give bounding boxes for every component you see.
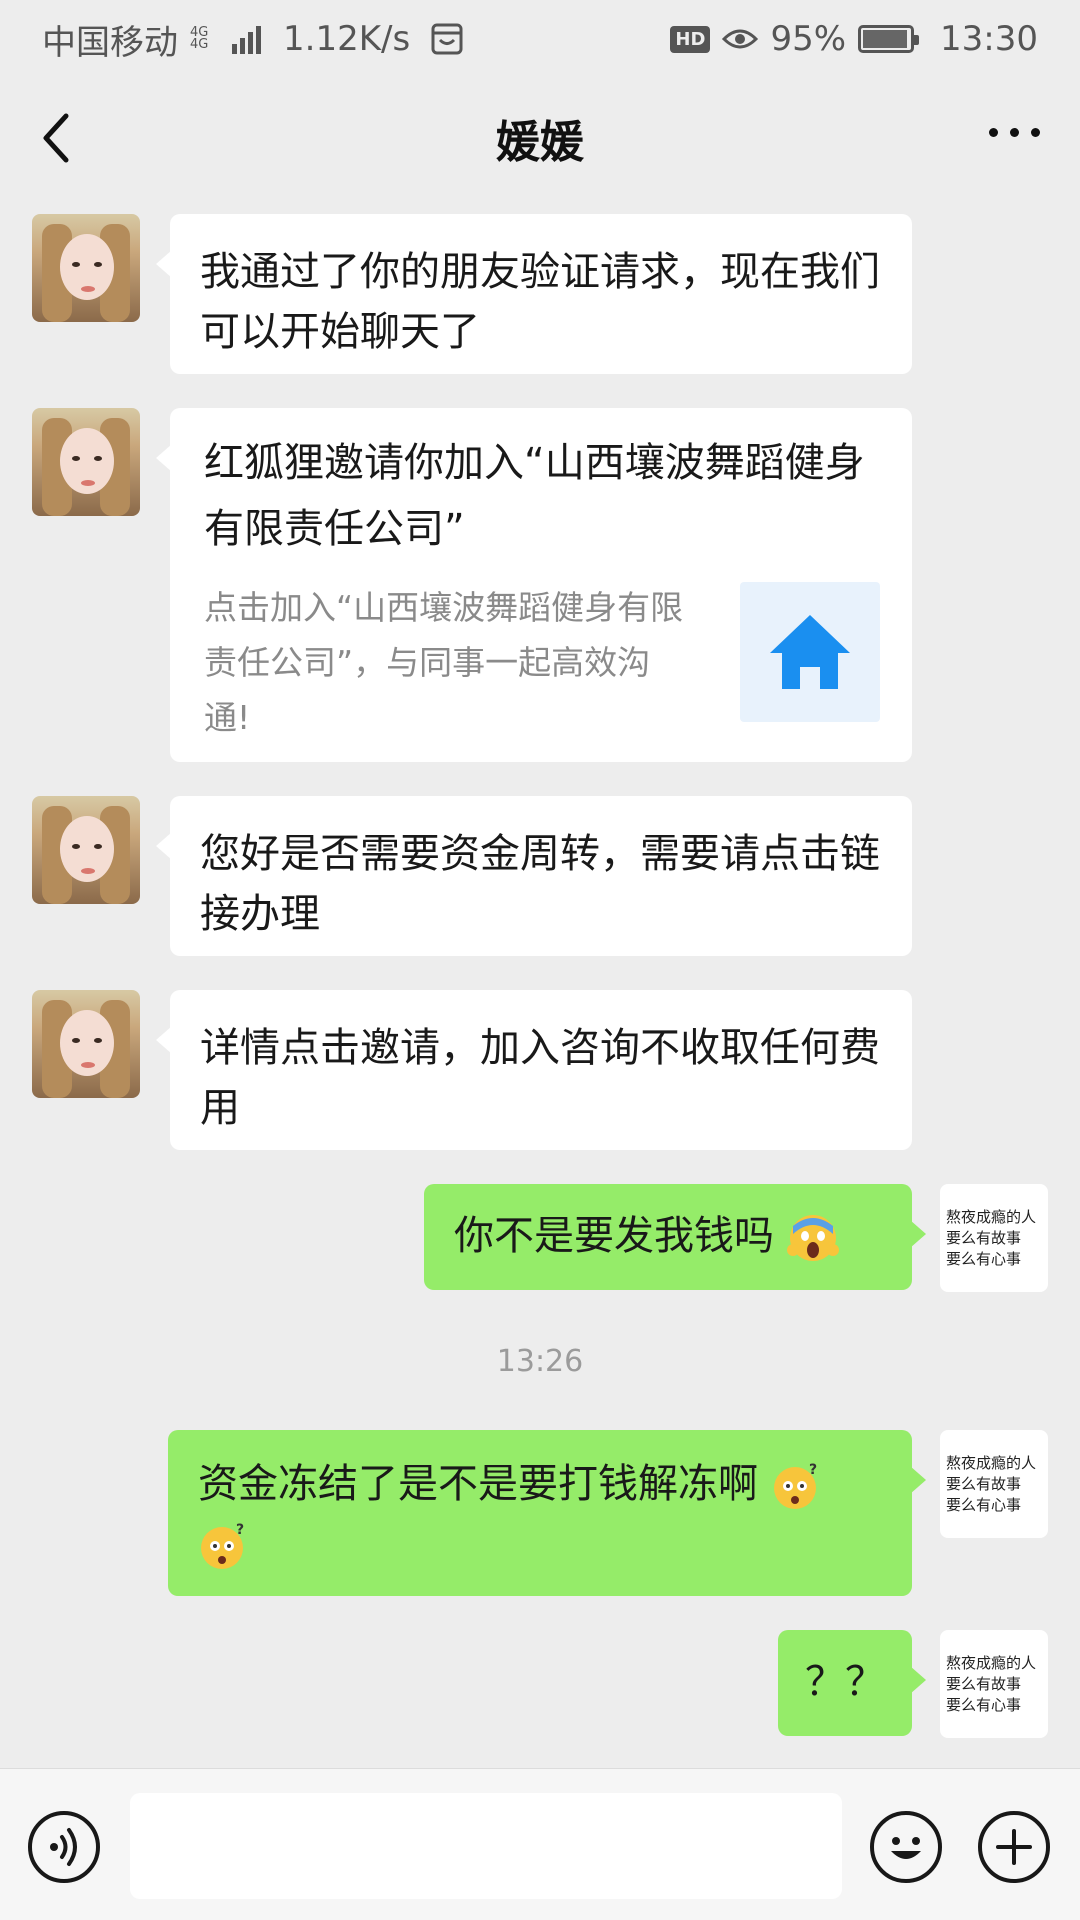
svg-text:?: ?	[236, 1522, 244, 1538]
home-icon	[770, 615, 850, 689]
message-text: 我通过了你的朋友验证请求，现在我们可以开始聊天了	[200, 249, 880, 355]
network-speed: 1.12K/s	[283, 19, 411, 59]
contact-avatar[interactable]	[32, 408, 140, 516]
screaming-face-emoji	[786, 1215, 839, 1261]
message-bubble-received[interactable]: 我通过了你的朋友验证请求，现在我们可以开始聊天了	[156, 214, 912, 374]
nav-bar: 媛媛	[0, 78, 1080, 198]
plus-icon[interactable]	[978, 1811, 1050, 1883]
battery-percent: 95%	[770, 19, 847, 59]
chat-screen: 中国移动 4G 4G 1.12K/s HD 95% 13:30 媛媛 我通过了你…	[0, 0, 1080, 1920]
user-avatar[interactable]: 熬夜成瘾的人 要么有故事 要么有心事	[940, 1184, 1048, 1292]
chevron-left-icon[interactable]	[34, 106, 90, 170]
eye-icon	[722, 29, 759, 49]
clock: 13:30	[940, 19, 1038, 59]
contact-avatar[interactable]	[32, 214, 140, 322]
network-type-label: 4G 4G	[190, 25, 209, 52]
notification-icon	[431, 23, 463, 55]
message-bubble-sent[interactable]: ？？	[778, 1630, 926, 1736]
message-bubble-sent[interactable]: 你不是要发我钱吗	[424, 1184, 926, 1290]
message-text: 您好是否需要资金周转，需要请点击链接办理	[200, 831, 880, 937]
more-dots-icon[interactable]	[989, 128, 1040, 137]
user-avatar[interactable]: 熬夜成瘾的人 要么有故事 要么有心事	[940, 1430, 1048, 1538]
message-bubble-received[interactable]: 您好是否需要资金周转，需要请点击链接办理	[156, 796, 912, 956]
contact-avatar[interactable]	[32, 990, 140, 1098]
message-timestamp: 13:26	[496, 1344, 584, 1379]
invite-card[interactable]: 红狐狸邀请你加入“山西壤波舞蹈健身有限责任公司” 点击加入“山西壤波舞蹈健身有限…	[156, 408, 912, 762]
message-text: 你不是要发我钱吗	[454, 1213, 774, 1259]
page-title: 媛媛	[496, 117, 584, 168]
invite-card-description: 点击加入“山西壤波舞蹈健身有限责任公司”，与同事一起高效沟通!	[204, 588, 684, 737]
status-bar: 中国移动 4G 4G 1.12K/s HD 95% 13:30	[0, 0, 1080, 78]
flushed-question-emoji: ?	[201, 1522, 244, 1569]
carrier-label: 中国移动	[42, 22, 178, 63]
message-text: 资金冻结了是不是要打钱解冻啊	[198, 1461, 758, 1507]
battery-icon	[858, 25, 920, 53]
invite-card-thumbnail	[740, 582, 880, 722]
hd-badge: HD	[670, 25, 711, 53]
flushed-question-emoji: ?	[773, 1462, 817, 1509]
invite-card-title: 红狐狸邀请你加入“山西壤波舞蹈健身有限责任公司”	[204, 440, 865, 552]
message-list[interactable]: 我通过了你的朋友验证请求，现在我们可以开始聊天了 红狐狸邀请你加入“山西壤波舞蹈…	[0, 198, 1080, 1768]
user-avatar[interactable]: 熬夜成瘾的人 要么有故事 要么有心事	[940, 1630, 1048, 1738]
message-text: 详情点击邀请，加入咨询不收取任何费用	[200, 1025, 880, 1131]
message-bubble-sent[interactable]: 资金冻结了是不是要打钱解冻啊 ? ?	[168, 1430, 926, 1596]
voice-icon[interactable]	[28, 1811, 100, 1883]
contact-avatar[interactable]	[32, 796, 140, 904]
svg-text:?: ?	[809, 1462, 817, 1478]
input-bar	[0, 1768, 1080, 1920]
message-input[interactable]	[130, 1793, 842, 1899]
message-text: ？？	[805, 1659, 885, 1705]
signal-icon	[232, 24, 261, 54]
smiley-icon[interactable]	[870, 1811, 942, 1883]
message-bubble-received[interactable]: 详情点击邀请，加入咨询不收取任何费用	[156, 990, 912, 1150]
